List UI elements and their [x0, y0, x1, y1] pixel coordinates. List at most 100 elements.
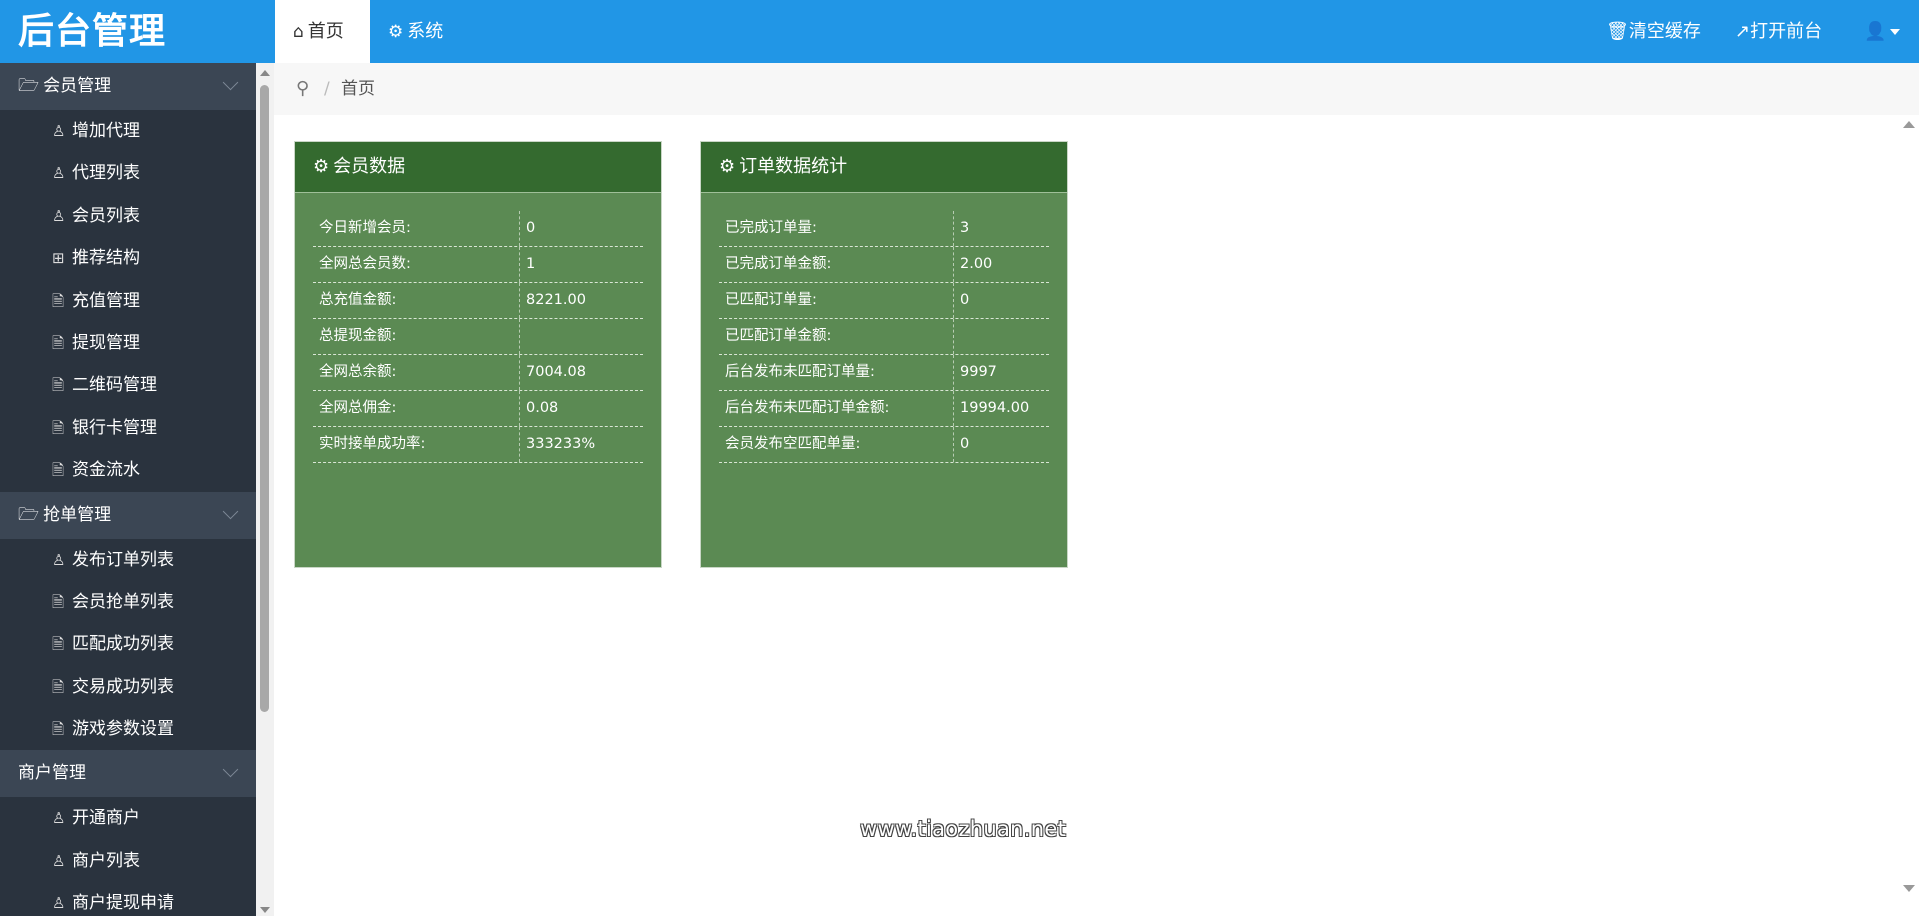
- stat-value: 0: [960, 292, 970, 308]
- scroll-down-arrow-icon[interactable]: [1903, 885, 1915, 892]
- sidebar-item-label: 开通商户: [72, 808, 140, 829]
- chevron-down-icon: [222, 762, 239, 778]
- sidebar-item-open-merchant[interactable]: ♙ 开通商户: [0, 797, 256, 839]
- panel-body: 已完成订单量: 3 已完成订单金额: 2.00 已匹配订单量: 0 已匹配订单金额: …: [701, 193, 1067, 463]
- stat-label: 实时接单成功率:: [313, 427, 520, 462]
- sidebar-item-agent-list[interactable]: ♙ 代理列表: [0, 152, 256, 194]
- open-frontend-button[interactable]: ↗打开前台: [1735, 0, 1822, 63]
- scroll-up-arrow-icon[interactable]: [260, 70, 270, 76]
- sidebar-item-bank-card[interactable]: 🗎 银行卡管理: [0, 407, 256, 449]
- document-icon: 🗎: [52, 333, 65, 352]
- panel-title: 会员数据: [333, 156, 406, 177]
- stat-row: 实时接单成功率: 333233%: [313, 427, 643, 463]
- stat-label: 已匹配订单金额:: [719, 319, 954, 354]
- sidebar-group-grab-orders[interactable]: 🗁 抢单管理: [0, 491, 256, 539]
- stat-value: 9997: [960, 364, 997, 380]
- scrollbar-thumb[interactable]: [260, 85, 269, 712]
- sidebar-item-withdraw[interactable]: 🗎 提现管理: [0, 322, 256, 364]
- sidebar-item-member-list[interactable]: ♙ 会员列表: [0, 195, 256, 237]
- user-icon: ♙: [52, 164, 66, 183]
- sidebar: 🗁 会员管理 ♙ 增加代理 ♙ 代理列表 ♙ 会员列表 ⊞ 推荐结构 🗎 充值管理 🗎 提现管…: [0, 63, 256, 916]
- scroll-up-arrow-icon[interactable]: [1903, 121, 1915, 128]
- tab-home[interactable]: ⌂ 首页: [275, 0, 370, 63]
- grid-icon: ⊞: [52, 249, 65, 268]
- sidebar-group-merchant[interactable]: 商户管理: [0, 750, 256, 798]
- gear-icon: ⚙: [719, 156, 736, 177]
- stat-row: 已匹配订单金额:: [719, 319, 1049, 355]
- sidebar-item-trade-success-list[interactable]: 🗎 交易成功列表: [0, 666, 256, 708]
- stat-label: 后台发布未匹配订单量:: [719, 355, 954, 390]
- external-link-icon: ↗: [1735, 21, 1751, 42]
- stat-label: 全网总佣金:: [313, 391, 520, 426]
- sidebar-item-label: 会员抢单列表: [72, 591, 174, 612]
- sidebar-item-merchant-list[interactable]: ♙ 商户列表: [0, 840, 256, 882]
- sidebar-item-label: 匹配成功列表: [72, 634, 174, 655]
- sidebar-group-label: 会员管理: [43, 76, 112, 96]
- stat-value: 19994.00: [960, 400, 1030, 416]
- sidebar-item-label: 二维码管理: [72, 375, 157, 396]
- user-icon: ♙: [52, 851, 66, 870]
- sidebar-item-label: 发布订单列表: [72, 549, 174, 570]
- sidebar-scrollbar[interactable]: [256, 63, 274, 916]
- sidebar-item-fund-flow[interactable]: 🗎 资金流水: [0, 449, 256, 491]
- stat-label: 后台发布未匹配订单金额:: [719, 391, 954, 426]
- stat-value: 1: [526, 256, 536, 272]
- sidebar-item-merchant-withdraw[interactable]: ♙ 商户提现申请: [0, 882, 256, 916]
- sidebar-item-label: 资金流水: [72, 460, 140, 481]
- sidebar-item-label: 充值管理: [72, 290, 140, 311]
- user-icon: ♙: [52, 550, 66, 569]
- tab-system[interactable]: ⚙ 系统: [370, 0, 461, 63]
- breadcrumb-current[interactable]: 首页: [341, 63, 375, 115]
- sidebar-item-label: 银行卡管理: [72, 417, 157, 438]
- watermark-text: www.tiaozhuan.net: [860, 817, 1067, 841]
- clear-cache-button[interactable]: 🗑清空缓存: [1606, 0, 1701, 63]
- stat-value: 7004.08: [526, 364, 586, 380]
- sidebar-group-label: 抢单管理: [43, 504, 112, 525]
- user-icon: ♙: [52, 809, 66, 828]
- document-icon: 🗎: [52, 291, 65, 310]
- stat-value: 2.00: [960, 256, 993, 272]
- gear-icon: ⚙: [313, 156, 330, 177]
- document-icon: 🗎: [52, 461, 65, 480]
- sidebar-item-label: 增加代理: [72, 121, 140, 141]
- sidebar-item-recharge[interactable]: 🗎 充值管理: [0, 280, 256, 322]
- sidebar-item-label: 商户提现申请: [72, 893, 174, 914]
- sidebar-item-referral-structure[interactable]: ⊞ 推荐结构: [0, 237, 256, 279]
- app-logo-title[interactable]: 后台管理: [0, 0, 274, 63]
- sidebar-item-matched-list[interactable]: 🗎 匹配成功列表: [0, 623, 256, 665]
- open-frontend-label: 打开前台: [1750, 21, 1823, 42]
- main-content: ⚲ / 首页 ⚙ 会员数据 今日新增会员: 0 全网总会员数: 1 总充值金额: 822…: [274, 63, 1919, 916]
- stat-row: 全网总会员数: 1: [313, 247, 643, 283]
- user-menu-button[interactable]: 👤: [1864, 0, 1901, 63]
- panel-header: ⚙ 会员数据: [295, 142, 661, 193]
- sidebar-group-member[interactable]: 🗁 会员管理: [0, 63, 256, 110]
- stat-row: 全网总余额: 7004.08: [313, 355, 643, 391]
- clear-cache-label: 清空缓存: [1628, 21, 1701, 42]
- stat-value: 0.08: [526, 400, 559, 416]
- panel-body: 今日新增会员: 0 全网总会员数: 1 总充值金额: 8221.00 总提现金额: 全…: [295, 193, 661, 463]
- breadcrumb: ⚲ / 首页: [274, 63, 1919, 115]
- stat-value: 333233%: [526, 436, 596, 452]
- sidebar-item-member-grab-list[interactable]: 🗎 会员抢单列表: [0, 581, 256, 623]
- stat-row: 后台发布未匹配订单金额: 19994.00: [719, 391, 1049, 427]
- top-navbar: 后台管理 ⌂ 首页 ⚙ 系统 🗑清空缓存 ↗打开前台 👤: [0, 0, 1919, 63]
- stat-row: 会员发布空匹配单量: 0: [719, 427, 1049, 463]
- stat-value: 0: [960, 436, 970, 452]
- stat-label: 会员发布空匹配单量:: [719, 427, 954, 462]
- sidebar-item-label: 交易成功列表: [72, 676, 174, 697]
- home-icon: ⌂: [293, 22, 304, 42]
- panel-header: ⚙ 订单数据统计: [701, 142, 1067, 193]
- folder-open-icon: 🗁: [18, 504, 40, 525]
- panel-title: 订单数据统计: [739, 156, 848, 177]
- sidebar-item-published-orders[interactable]: ♙ 发布订单列表: [0, 539, 256, 581]
- sidebar-item-game-settings[interactable]: 🗎 游戏参数设置: [0, 708, 256, 750]
- tab-home-label: 首页: [307, 21, 344, 42]
- scroll-down-arrow-icon[interactable]: [260, 907, 270, 913]
- sidebar-item-label: 提现管理: [72, 332, 140, 353]
- sidebar-item-label: 推荐结构: [72, 248, 140, 269]
- sidebar-item-label: 会员列表: [72, 205, 140, 226]
- member-data-panel: ⚙ 会员数据 今日新增会员: 0 全网总会员数: 1 总充值金额: 8221.00 总提…: [294, 141, 662, 568]
- sidebar-item-qrcode[interactable]: 🗎 二维码管理: [0, 364, 256, 406]
- sidebar-item-label: 代理列表: [72, 163, 140, 184]
- sidebar-item-add-agent[interactable]: ♙ 增加代理: [0, 110, 256, 152]
